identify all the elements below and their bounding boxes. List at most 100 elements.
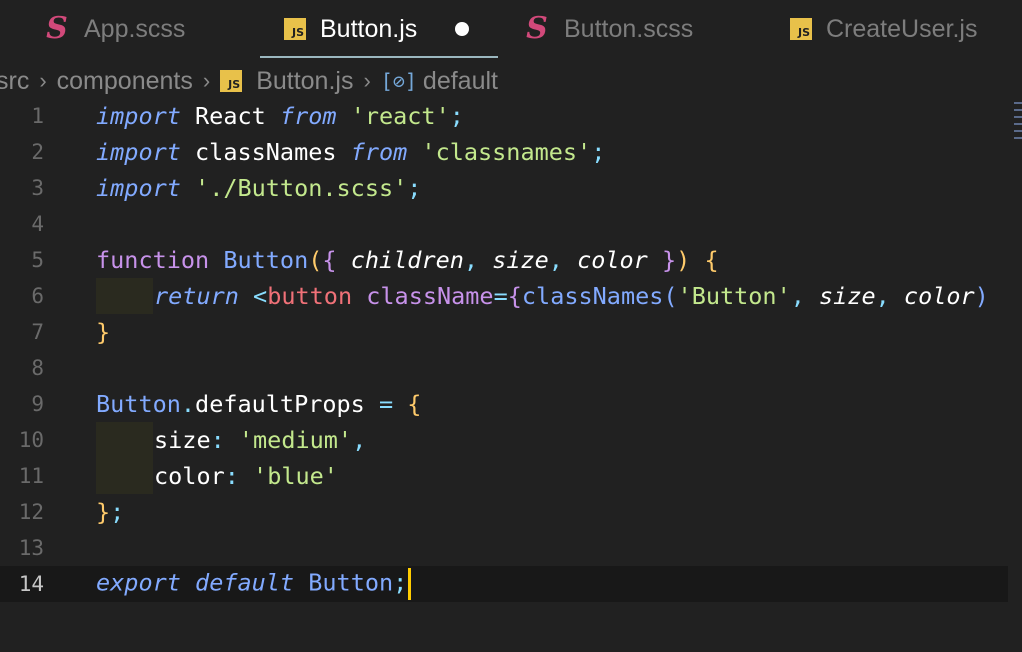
sass-file-icon: S (46, 11, 68, 46)
line-number: 9 (31, 392, 44, 416)
token: classNames (180, 138, 351, 166)
code-text: export default Button; (96, 568, 412, 600)
indent-guide (96, 422, 153, 458)
token: = (493, 282, 508, 310)
token: button (267, 282, 353, 310)
token: from (350, 138, 408, 166)
token: , (790, 282, 820, 310)
code-line[interactable]: 4 (0, 206, 1008, 242)
token: , (875, 282, 904, 310)
unsaved-changes-dot-icon[interactable] (455, 22, 470, 36)
tab-button-scss[interactable]: S Button.scss (524, 0, 693, 58)
token: import (96, 138, 181, 166)
token: } (96, 318, 111, 346)
tab-label: CreateUser.js (826, 14, 978, 43)
line-number: 8 (31, 356, 44, 380)
token: from (279, 102, 337, 130)
token: Button (223, 246, 309, 274)
code-line[interactable]: 12 }; (0, 494, 1008, 530)
token: size (819, 282, 876, 310)
token: } (661, 246, 677, 274)
code-editor[interactable]: 1 import React from 'react'; 2 import cl… (0, 98, 1022, 652)
line-number: 11 (18, 464, 44, 488)
token: import (96, 102, 181, 130)
token: React (180, 102, 280, 130)
token: , (463, 246, 493, 274)
token: export (96, 568, 181, 597)
token: 'medium' (238, 426, 353, 454)
code-text: color: 'blue' (154, 462, 338, 490)
token: , (352, 426, 367, 454)
token: import (96, 174, 181, 202)
token: color (154, 462, 225, 490)
code-line[interactable]: 10 size: 'medium', (0, 422, 1008, 458)
token: Button (96, 390, 181, 418)
token: ; (449, 102, 464, 130)
code-line[interactable]: 6 return <button className={classNames('… (0, 278, 1008, 314)
text-cursor (408, 568, 412, 600)
code-line[interactable]: 13 (0, 530, 1008, 566)
token: ( (308, 246, 323, 274)
tab-createuser-js[interactable]: JS CreateUser.js (790, 0, 977, 58)
code-line[interactable]: 7 } (0, 314, 1008, 350)
code-line-current[interactable]: 14 export default Button; (0, 566, 1008, 602)
token: : (210, 426, 239, 454)
javascript-file-icon: JS (790, 18, 812, 40)
token: 'react' (350, 102, 450, 130)
code-text: }; (96, 498, 124, 526)
token: ) (974, 282, 989, 310)
token: color (577, 246, 648, 274)
tab-label: Button.scss (564, 14, 694, 43)
breadcrumb-item-components[interactable]: components (57, 67, 193, 96)
code-line[interactable]: 8 (0, 350, 1008, 386)
javascript-file-icon: JS (220, 70, 243, 92)
token: , (548, 246, 578, 274)
code-line[interactable]: 2 import classNames from 'classnames'; (0, 134, 1008, 170)
token: ( (663, 282, 678, 310)
token: return (154, 282, 239, 310)
token: 'Button' (677, 282, 791, 310)
line-number: 5 (31, 248, 44, 272)
token: { (322, 246, 337, 274)
code-text: } (96, 318, 110, 346)
tab-app-scss[interactable]: S App.scss (44, 0, 185, 58)
breadcrumb-item-symbol[interactable]: default (423, 67, 498, 96)
minimap-mark (1014, 137, 1022, 139)
token: ) (676, 246, 691, 274)
tab-button-js[interactable]: JS Button.js (260, 0, 498, 58)
minimap-mark (1014, 130, 1022, 132)
token: ; (591, 138, 606, 166)
minimap-scroll-indicator[interactable] (1014, 102, 1022, 162)
breadcrumb-item-src[interactable]: src (0, 67, 29, 96)
line-number: 1 (31, 104, 44, 128)
line-number: 6 (31, 284, 44, 308)
tab-label: Button.js (320, 14, 418, 43)
token: } (96, 498, 111, 526)
token: defaultProps (195, 390, 365, 418)
breadcrumb-item-file[interactable]: Button.js (256, 67, 353, 96)
code-line[interactable]: 9 Button.defaultProps = { (0, 386, 1008, 422)
line-number: 7 (31, 320, 44, 344)
line-number: 4 (31, 212, 44, 236)
token: './Button.scss' (195, 174, 408, 202)
line-number: 14 (18, 572, 44, 596)
chevron-right-icon: › (363, 68, 371, 93)
code-line[interactable]: 1 import React from 'react'; (0, 98, 1008, 134)
code-line[interactable]: 5 function Button({ children, size, colo… (0, 242, 1008, 278)
javascript-file-icon: JS (284, 18, 306, 40)
code-text: import './Button.scss'; (96, 174, 421, 202)
token: Button (308, 568, 394, 597)
indent-guide (96, 278, 153, 314)
token: ; (110, 498, 125, 526)
code-line[interactable]: 3 import './Button.scss'; (0, 170, 1008, 206)
token: size (492, 246, 549, 274)
code-line[interactable]: 11 color: 'blue' (0, 458, 1008, 494)
token: 'blue' (253, 462, 338, 490)
